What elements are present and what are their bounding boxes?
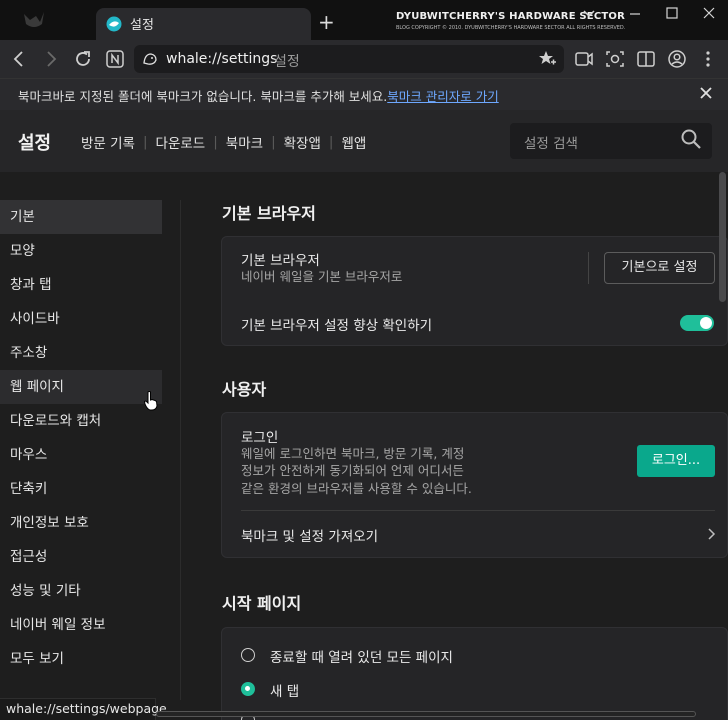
sidebar-item-web-page[interactable]: 웹 페이지 [0, 370, 162, 404]
bookmark-manager-link[interactable]: 북마크 관리자로 가기 [387, 89, 498, 104]
sidebar-item-about[interactable]: 네이버 웨일 정보 [0, 608, 162, 642]
sidebar-item-privacy[interactable]: 개인정보 보호 [0, 506, 162, 540]
reload-icon[interactable] [72, 48, 94, 70]
back-icon[interactable] [8, 48, 30, 70]
nav-history[interactable]: 방문 기록 [81, 132, 135, 152]
sidebar-item-downloads-capture[interactable]: 다운로드와 캡처 [0, 404, 162, 438]
card-divider [241, 510, 715, 511]
video-pip-icon[interactable] [573, 48, 595, 70]
sidebar-toggle-icon[interactable] [635, 48, 657, 70]
bookmark-star-icon[interactable] [536, 48, 558, 70]
set-default-button[interactable]: 기본으로 설정 [604, 252, 715, 284]
radio-restore-pages[interactable] [241, 648, 255, 662]
default-browser-check-label: 기본 브라우저 설정 향상 확인하기 [241, 318, 433, 334]
section-title-default-browser: 기본 브라우저 [222, 204, 316, 223]
chevron-right-icon[interactable] [706, 526, 716, 540]
section-title-user: 사용자 [222, 380, 267, 399]
settings-top-nav: 방문 기록 | 다운로드 | 북마크 | 확장앱 | 웹앱 [81, 132, 367, 152]
bookmark-bar-message: 북마크바로 지정된 폴더에 북마크가 없습니다. 북마크를 추가해 보세요.북마… [18, 86, 499, 105]
default-browser-label: 기본 브라우저 [241, 253, 320, 269]
toggle-knob [700, 317, 712, 329]
close-window-button[interactable] [702, 4, 716, 28]
card-startup [221, 627, 728, 720]
horizontal-scrollbar[interactable] [156, 711, 696, 717]
status-url: whale://settings/webpage [6, 701, 167, 716]
search-placeholder: 설정 검색 [524, 136, 578, 152]
sidebar-item-address-bar[interactable]: 주소창 [0, 336, 162, 370]
radio-new-tab-label: 새 탭 [270, 684, 300, 700]
bookmark-bar-empty-text: 북마크바로 지정된 폴더에 북마크가 없습니다. 북마크를 추가해 보세요. [18, 89, 388, 104]
login-label: 로그인 [241, 430, 279, 446]
nav-extensions[interactable]: 확장앱 [284, 132, 321, 152]
nav-webapps[interactable]: 웹앱 [341, 132, 366, 152]
page-title: 설정 [18, 133, 52, 154]
sidebar-item-basic[interactable]: 기본 [0, 200, 162, 234]
address-page-title: 설정 [274, 54, 300, 70]
naver-home-icon[interactable] [104, 48, 126, 70]
default-browser-desc: 네이버 웨일을 기본 브라우저로 [241, 269, 403, 284]
login-desc-line1: 웨일에 로그인하면 북마크, 방문 기록, 계정 [241, 446, 465, 461]
sidebar-item-shortcuts[interactable]: 단축키 [0, 472, 162, 506]
sidebar-item-accessibility[interactable]: 접근성 [0, 540, 162, 574]
login-desc-line3: 같은 환경의 브라우저를 사용할 수 있습니다. [241, 481, 472, 496]
radio-restore-pages-label: 종료할 때 열려 있던 모든 페이지 [270, 650, 453, 666]
section-title-startup: 시작 페이지 [222, 594, 302, 613]
browser-window: 설정 + DYUBWITCHERRY'S HARDWARE SECTOR BLO… [0, 0, 728, 720]
tab-settings[interactable] [96, 8, 311, 40]
sidebar-item-appearance[interactable]: 모양 [0, 234, 162, 268]
menu-kebab-icon[interactable] [697, 48, 719, 70]
new-tab-button[interactable]: + [318, 12, 335, 32]
whale-logo-icon [22, 10, 46, 30]
login-button[interactable]: 로그인... [637, 445, 715, 477]
search-icon[interactable] [680, 128, 702, 150]
sidebar-item-sidebar[interactable]: 사이드바 [0, 302, 162, 336]
sidebar-item-windows-tabs[interactable]: 창과 탭 [0, 268, 162, 302]
sidebar-item-performance[interactable]: 성능 및 기타 [0, 574, 162, 608]
sidebar-item-mouse[interactable]: 마우스 [0, 438, 162, 472]
login-desc-line2: 정보가 안전하게 동기화되어 언제 어디서든 [241, 463, 464, 478]
import-bookmarks-label[interactable]: 북마크 및 설정 가져오기 [241, 525, 378, 545]
maximize-button[interactable] [665, 4, 679, 28]
capture-icon[interactable] [604, 48, 626, 70]
sidebar-item-show-all[interactable]: 모두 보기 [0, 642, 162, 676]
tab-favicon-icon [106, 16, 122, 32]
minimize-button[interactable] [628, 4, 642, 28]
mouse-cursor-icon [143, 390, 159, 412]
address-url[interactable]: whale://settings [166, 51, 277, 67]
forward-icon[interactable] [40, 48, 62, 70]
radio-new-tab[interactable] [241, 682, 255, 696]
tab-list-chevron-icon[interactable] [582, 4, 596, 28]
vertical-divider [588, 252, 589, 284]
tab-title: 설정 [130, 18, 154, 33]
whale-site-icon [142, 51, 158, 67]
vertical-scrollbar[interactable] [719, 172, 726, 302]
nav-bookmarks[interactable]: 북마크 [226, 132, 263, 152]
nav-downloads[interactable]: 다운로드 [156, 132, 206, 152]
profile-icon[interactable] [666, 48, 688, 70]
bookmark-bar-close-icon[interactable] [698, 83, 714, 108]
